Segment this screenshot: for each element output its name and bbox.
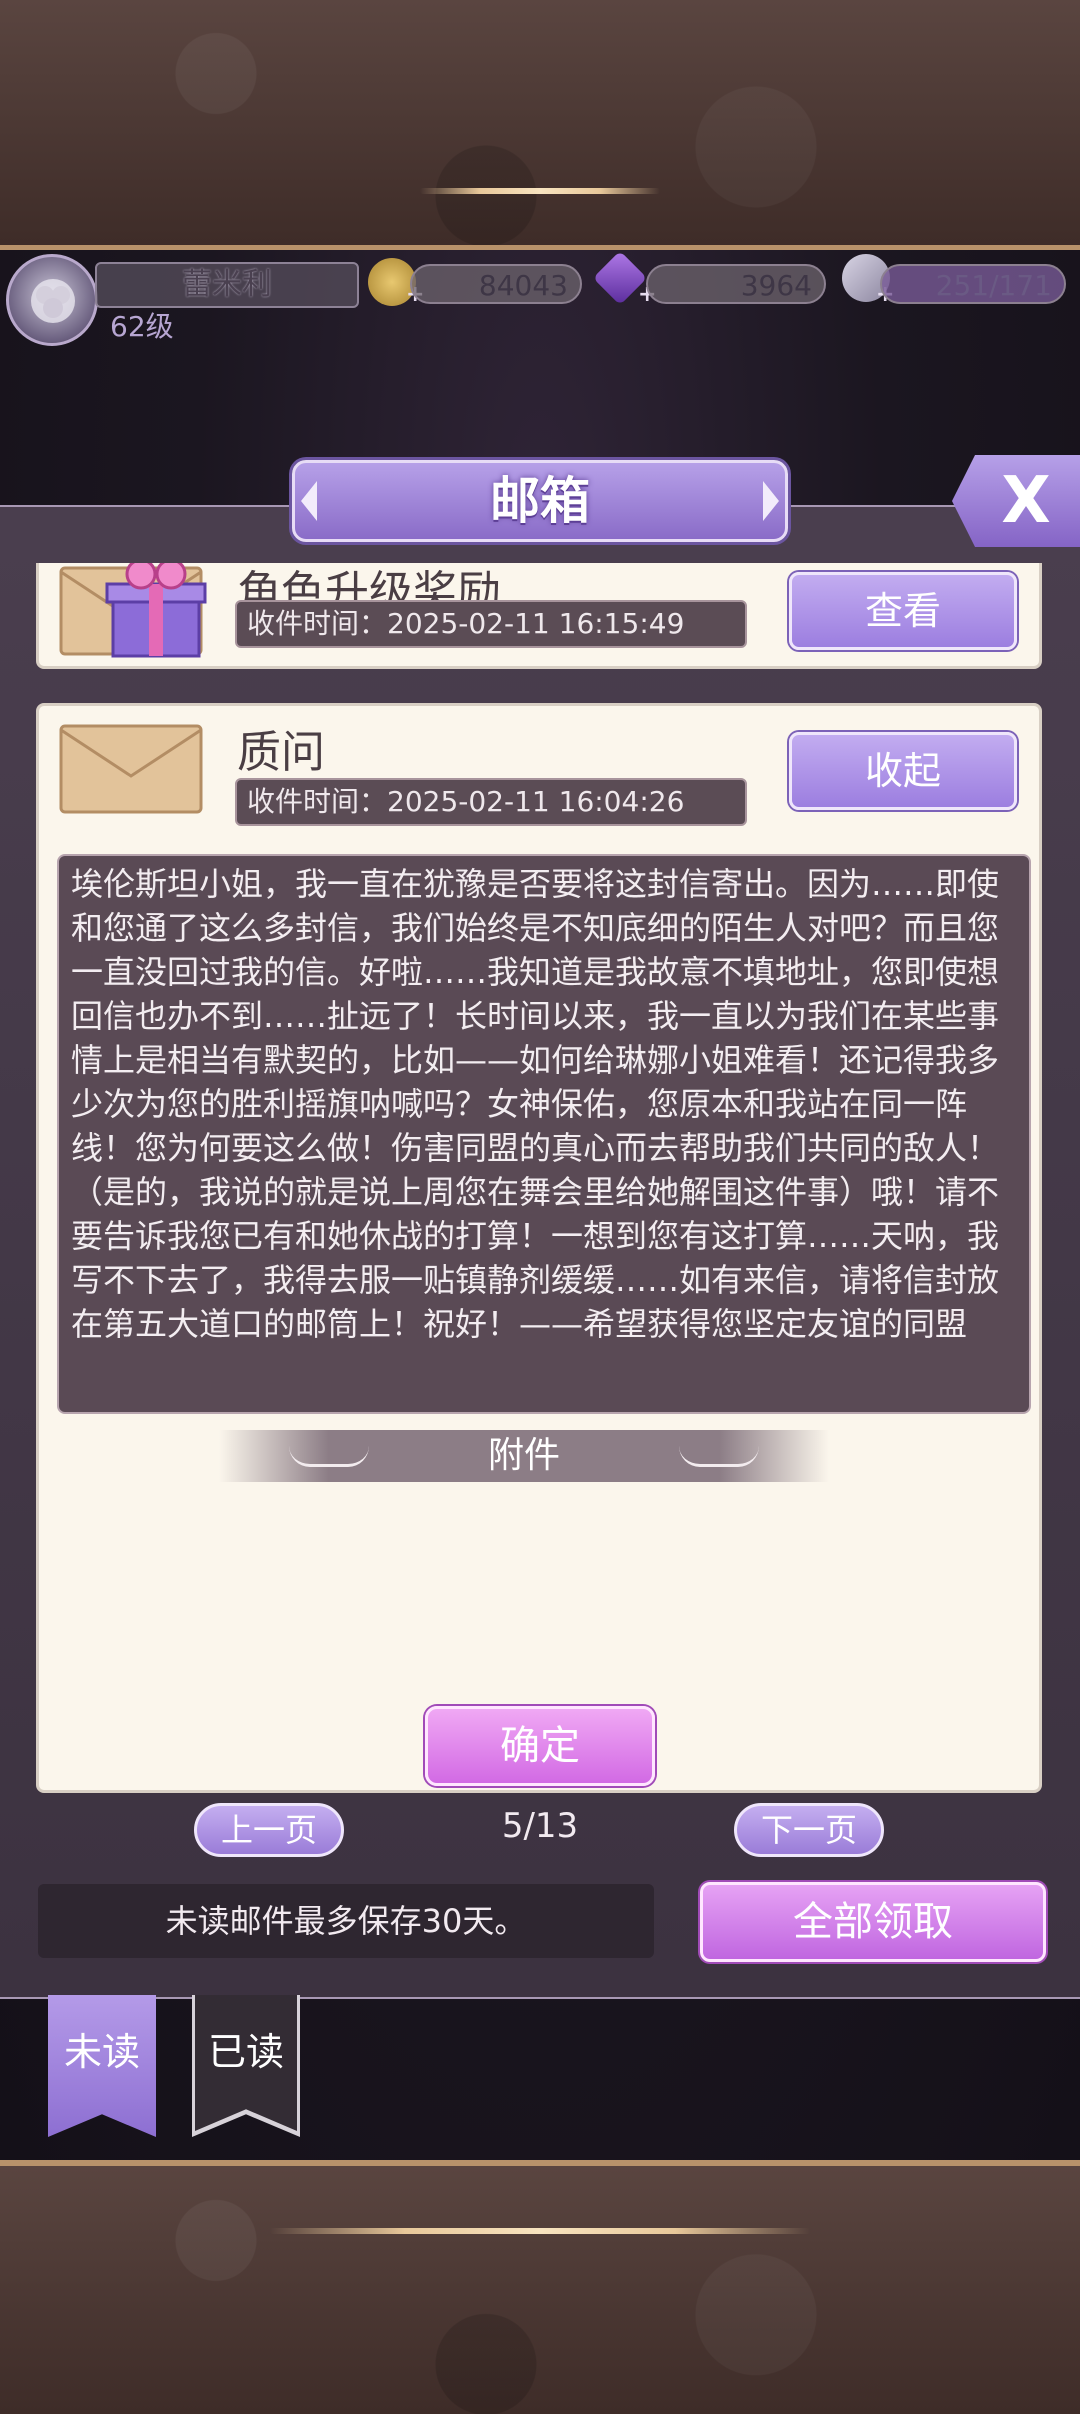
attachment-header: 附件 [219, 1430, 829, 1482]
gems-amount: 3964 [646, 264, 826, 304]
mail-item-expanded[interactable]: 质问 收件时间：2025-02-11 16:04:26 收起 埃伦斯坦小姐，我一… [36, 703, 1042, 1793]
right-swirl-ornament [679, 1446, 759, 1467]
flower-icon [31, 279, 75, 323]
confirm-button[interactable]: 确定 [425, 1706, 655, 1786]
envelope-icon [59, 724, 203, 814]
mail-received-time: 收件时间：2025-02-11 16:15:49 [235, 600, 747, 648]
view-mail-button[interactable]: 查看 [789, 572, 1017, 650]
tab-unread-label: 未读 [63, 2030, 140, 2074]
mail-item[interactable]: 角色升级奖励 收件时间：2025-02-11 16:15:49 查看 [36, 563, 1042, 669]
stamina-amount: 251/171 [880, 264, 1066, 304]
claim-all-button[interactable]: 全部领取 [700, 1882, 1046, 1962]
left-swirl-ornament [289, 1446, 369, 1467]
mailbox-title: 邮箱 [490, 471, 590, 530]
top-wallpaper [0, 0, 1080, 251]
mail-title: 质问 [237, 727, 325, 778]
gift-box-icon [105, 563, 207, 658]
player-level: 62级 [110, 310, 174, 343]
prev-page-button[interactable]: 上一页 [194, 1803, 344, 1857]
page-indicator: 5/13 [501, 1806, 579, 1846]
gold-amount: 84043 [410, 264, 582, 304]
tab-read-label: 已读 [207, 2030, 284, 2074]
retention-notice: 未读邮件最多保存30天。 [38, 1884, 654, 1958]
next-page-button[interactable]: 下一页 [734, 1803, 884, 1857]
bottom-flourish [270, 2228, 810, 2234]
mail-body-text: 埃伦斯坦小姐，我一直在犹豫是否要将这封信寄出。因为……即使和您通了这么多封信，我… [57, 854, 1031, 1414]
close-button[interactable]: X [952, 455, 1080, 547]
attachment-label: 附件 [487, 1435, 560, 1476]
player-avatar[interactable] [6, 254, 98, 346]
player-name: 蕾米利 [95, 262, 359, 308]
bottom-wallpaper [0, 2160, 1080, 2414]
top-flourish [420, 188, 660, 194]
mailbox-title-banner: 邮箱 [292, 460, 788, 542]
mail-list[interactable]: 角色升级奖励 收件时间：2025-02-11 16:15:49 查看 质问 收件… [34, 563, 1046, 1793]
collapse-mail-button[interactable]: 收起 [789, 732, 1017, 810]
mail-received-time: 收件时间：2025-02-11 16:04:26 [235, 778, 747, 826]
